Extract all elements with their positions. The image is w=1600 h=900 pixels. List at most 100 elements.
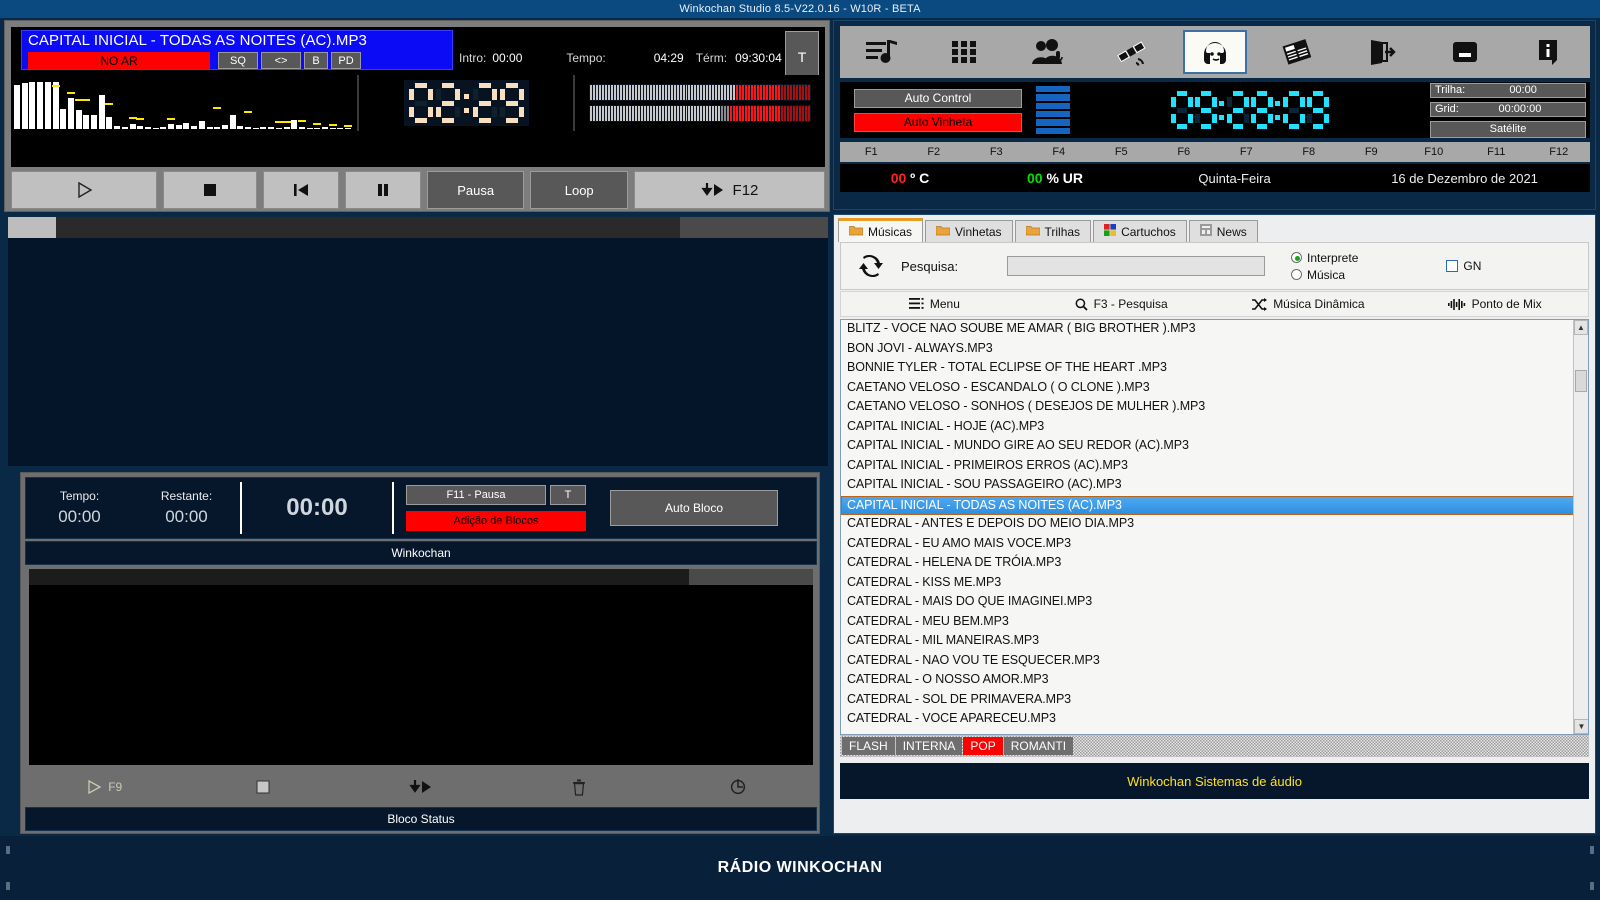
radio-interprete[interactable]: Interprete [1291,251,1358,265]
fkey-f3[interactable]: F3 [965,146,1028,158]
toolbar-studio-button[interactable] [1182,30,1247,74]
search-input[interactable] [1007,256,1265,276]
block-t-button[interactable]: T [550,485,586,505]
auto-bloco-button[interactable]: Auto Bloco [610,490,778,526]
library-row-selected[interactable]: CAPITAL INICIAL - TODAS AS NOITES (AC).M… [841,495,1588,515]
pausa-button[interactable]: Pausa [426,171,525,209]
scroll-down-button[interactable]: ▼ [1574,719,1588,734]
previous-button[interactable] [262,171,339,209]
category-flash[interactable]: FLASH [842,737,895,755]
toolbar-grid-button[interactable] [933,30,997,74]
library-tab-vinhetas[interactable]: Vinhetas [925,220,1013,242]
library-row[interactable]: CAETANO VELOSO - ESCANDALO ( O CLONE ).M… [841,379,1588,399]
fkey-f12[interactable]: F12 [1528,146,1591,158]
toolbar-info-button[interactable] [1516,30,1580,74]
satelite-button[interactable]: Satélite [1430,120,1586,138]
scroll-thumb[interactable] [1575,370,1587,392]
stop-button[interactable] [163,171,257,209]
toolbar-news-button[interactable] [1266,30,1330,74]
adicao-de-blocos-button[interactable]: Adição de Blocos [406,511,586,531]
f12-next-button[interactable]: F12 [633,171,825,209]
toolbar-playlist-button[interactable] [850,30,914,74]
fkey-f6[interactable]: F6 [1153,146,1216,158]
library-row[interactable]: BONNIE TYLER - TOTAL ECLIPSE OF THE HEAR… [841,359,1588,379]
player-seekbar[interactable] [8,216,828,238]
gn-checkbox[interactable]: GN [1446,259,1481,273]
vu-segment [685,106,688,121]
library-row[interactable]: CAPITAL INICIAL - HOJE (AC).MP3 [841,418,1588,438]
fkey-f1[interactable]: F1 [840,146,903,158]
block-list[interactable] [29,585,813,765]
library-row[interactable]: CAETANO VELOSO - SONHOS ( DESEJOS DE MUL… [841,398,1588,418]
fkey-f4[interactable]: F4 [1028,146,1091,158]
fkey-f5[interactable]: F5 [1090,146,1153,158]
library-row[interactable]: CATEDRAL - O NOSSO AMOR.MP3 [841,671,1588,691]
fkey-f9[interactable]: F9 [1340,146,1403,158]
library-tab-news[interactable]: News [1188,220,1258,242]
library-tab-msicas[interactable]: Músicas [838,218,924,242]
block-next-button[interactable] [342,779,500,795]
fkey-f8[interactable]: F8 [1278,146,1341,158]
vu-segment [712,85,715,100]
block-reload-button[interactable] [659,778,817,796]
ponto-de-mix-button[interactable]: Ponto de Mix [1401,297,1588,311]
library-row[interactable]: CATEDRAL - MAIS DO QUE IMAGINEI.MP3 [841,593,1588,613]
spectrum-peak [167,118,175,120]
fkey-f2[interactable]: F2 [903,146,966,158]
menu-button[interactable]: Menu [841,297,1028,311]
category-romanti[interactable]: ROMANTI [1003,737,1074,755]
toolbar-speakers-button[interactable] [1016,30,1080,74]
library-row[interactable]: CATEDRAL - ANTES E DEPOIS DO MEIO DIA.MP… [841,515,1588,535]
scroll-up-button[interactable]: ▲ [1574,320,1588,335]
library-tab-cartuchos[interactable]: Cartuchos [1093,220,1187,242]
toolbar-satellite-button[interactable] [1100,30,1164,74]
library-row[interactable]: CATEDRAL - EU AMO MAIS VOCE.MP3 [841,535,1588,555]
library-row[interactable]: CATEDRAL - HELENA DE TRÓIA.MP3 [841,554,1588,574]
fkey-f10[interactable]: F10 [1403,146,1466,158]
spectrum-bar [121,127,128,129]
refresh-button[interactable] [841,252,901,280]
library-row[interactable]: CATEDRAL - SOL DE PRIMAVERA.MP3 [841,691,1588,711]
b-button[interactable]: B [304,52,328,69]
musica-dinamica-button[interactable]: Música Dinâmica [1215,297,1402,311]
now-playing-box: CAPITAL INICIAL - TODAS AS NOITES (AC).M… [21,30,453,70]
auto-vinheta-button[interactable]: Auto Vinheta [854,112,1022,132]
block-play-button[interactable]: F9 [25,779,183,795]
library-row[interactable]: BLITZ - VOCE NAO SOUBE ME AMAR ( BIG BRO… [841,320,1588,340]
pd-button[interactable]: PD [331,52,361,69]
vu-segment [775,106,778,121]
library-row[interactable]: CAPITAL INICIAL - PRIMEIROS ERROS (AC).M… [841,457,1588,477]
toolbar-minimize-button[interactable] [1433,30,1497,74]
library-tab-trilhas[interactable]: Trilhas [1014,220,1092,242]
category-pop[interactable]: POP [963,737,1003,755]
category-interna[interactable]: INTERNA [895,737,963,755]
playlist-area[interactable] [8,238,828,466]
block-stop-button[interactable] [183,779,341,795]
library-row[interactable]: BON JOVI - ALWAYS.MP3 [841,340,1588,360]
fkey-f11[interactable]: F11 [1465,146,1528,158]
library-row[interactable]: CATEDRAL - MEU BEM.MP3 [841,613,1588,633]
block-delete-button[interactable] [500,779,658,796]
toolbar-exit-button[interactable] [1350,30,1414,74]
library-row[interactable]: CATEDRAL - NAO VOU TE ESQUECER.MP3 [841,652,1588,672]
fkey-f7[interactable]: F7 [1215,146,1278,158]
radio-musica[interactable]: Música [1291,268,1358,282]
f11-pausa-button[interactable]: F11 - Pausa [406,485,546,505]
library-list[interactable]: BLITZ - VOCE NAO SOUBE ME AMAR ( BIG BRO… [840,319,1589,735]
library-row[interactable]: CATEDRAL - VOCE APARECEU.MP3 [841,710,1588,730]
library-scrollbar[interactable]: ▲ ▼ [1573,320,1588,734]
vu-segment [655,106,658,121]
library-row[interactable]: CATEDRAL - MIL MANEIRAS.MP3 [841,632,1588,652]
auto-control-button[interactable]: Auto Control [854,88,1022,108]
search-f3-button[interactable]: F3 - Pesquisa [1028,297,1215,311]
library-row[interactable]: CAPITAL INICIAL - SOU PASSAGEIRO (AC).MP… [841,476,1588,496]
library-row[interactable]: CATEDRAL - KISS ME.MP3 [841,574,1588,594]
loop-button[interactable]: Loop [530,171,628,209]
sq-button[interactable]: SQ [218,52,258,69]
pause-button[interactable] [344,171,421,209]
library-row[interactable]: CAPITAL INICIAL - MUNDO GIRE AO SEU REDO… [841,437,1588,457]
block-seekbar[interactable] [29,569,813,585]
expand-button[interactable]: <> [261,52,301,69]
block-panel: Tempo: 00:00 Restante: 00:00 00:00 F11 -… [20,472,820,834]
play-button[interactable] [11,171,158,209]
